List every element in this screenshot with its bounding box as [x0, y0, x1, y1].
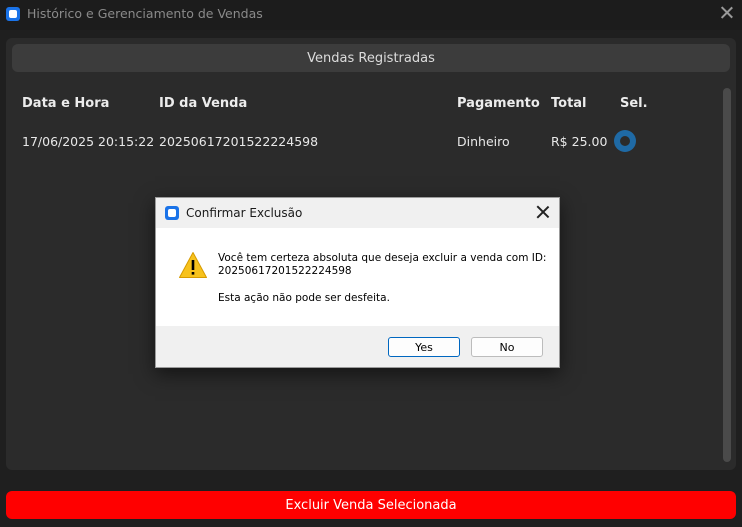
dialog-title: Confirmar Exclusão [186, 206, 303, 220]
dialog-warning-text: Esta ação não pode ser desfeita. [218, 292, 390, 304]
dialog-close-icon[interactable] [535, 204, 551, 220]
dialog-message: Você tem certeza absoluta que deseja exc… [218, 252, 548, 278]
cell-sale-id: 20250617201522224598 [159, 134, 319, 149]
dialog-footer: Yes No [156, 326, 559, 367]
cell-payment: Dinheiro [457, 134, 510, 149]
column-header-select: Sel. [620, 96, 648, 111]
cell-datetime: 17/06/2025 20:15:22 [22, 134, 155, 149]
window-title: Histórico e Gerenciamento de Vendas [27, 6, 263, 21]
close-icon[interactable] [718, 4, 736, 22]
column-header-sale-id: ID da Venda [159, 96, 248, 111]
section-header: Vendas Registradas [12, 44, 730, 72]
cell-total: R$ 25.00 [551, 134, 608, 149]
dialog-message-line: Você tem certeza absoluta que deseja exc… [218, 252, 547, 264]
scrollbar[interactable] [723, 88, 731, 462]
dialog-title-bar: Confirmar Exclusão [156, 198, 559, 228]
column-header-total: Total [551, 96, 587, 111]
no-button[interactable]: No [471, 337, 543, 357]
delete-sale-button[interactable]: Excluir Venda Selecionada [6, 491, 736, 519]
yes-button[interactable]: Yes [388, 337, 460, 357]
app-icon [6, 7, 20, 21]
dialog-sale-id: 20250617201522224598 [218, 265, 352, 277]
warning-icon [179, 252, 207, 278]
confirm-dialog: Confirmar Exclusão Você tem certeza abso… [155, 197, 560, 368]
column-header-payment: Pagamento [457, 96, 540, 111]
app-icon [165, 206, 179, 220]
column-header-datetime: Data e Hora [22, 96, 110, 111]
title-bar: Histórico e Gerenciamento de Vendas [0, 0, 742, 30]
select-radio[interactable] [614, 130, 636, 152]
